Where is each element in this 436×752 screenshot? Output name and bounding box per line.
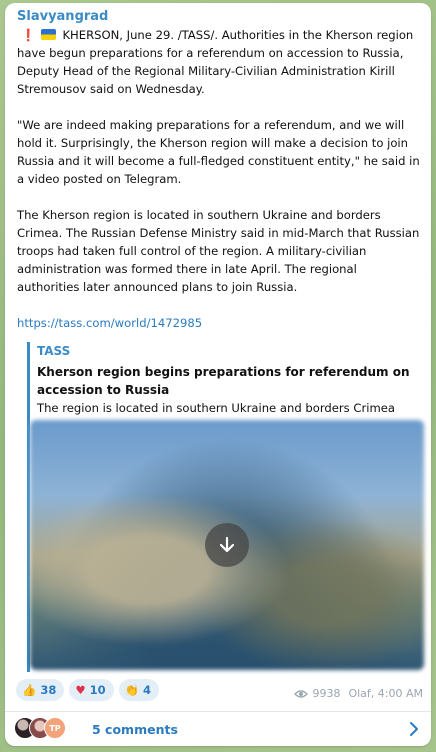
comments-row[interactable]: TP 5 comments [5,712,431,746]
avatar: TP [44,717,66,739]
chevron-right-icon[interactable] [409,721,419,737]
article-link[interactable]: https://tass.com/world/1472985 [17,316,202,330]
channel-name[interactable]: Slavyangrad [17,9,108,24]
reaction-count: 10 [89,683,106,697]
eye-icon [294,689,309,698]
view-count: 9938 [312,687,341,700]
reaction-thumbs-up[interactable]: 👍 38 [16,679,65,701]
preview-description: The region is located in southern Ukrain… [37,401,395,415]
comments-label[interactable]: 5 comments [92,722,178,737]
reaction-heart[interactable]: ♥ 10 [69,679,114,701]
message-bubble[interactable]: Slavyangrad ❗ KHERSON, June 29. /TASS/. A… [5,3,431,746]
exclamation-icon: ❗ [21,28,36,42]
author-time: Olaf, 4:00 AM [348,687,423,700]
message-meta: 9938 Olaf, 4:00 AM [294,687,423,700]
thumbs-up-icon: 👍 [22,683,37,697]
preview-title: Kherson region begins preparations for r… [37,365,410,397]
reaction-count: 4 [143,683,152,697]
lead-text: KHERSON, June 29. /TASS/. Authorities in… [17,28,414,96]
post-text: ❗ KHERSON, June 29. /TASS/. Authorities i… [17,26,421,350]
ukraine-flag-icon [41,29,57,40]
preview-site-name: TASS [37,344,71,358]
link-preview[interactable]: TASS Kherson region begins preparations … [27,342,425,672]
heart-icon: ♥ [75,683,86,697]
quote-paragraph: "We are indeed making preparations for a… [17,118,420,186]
reaction-count: 38 [40,683,57,697]
context-paragraph: The Kherson region is located in souther… [17,208,420,294]
commenter-avatars: TP [14,717,84,741]
download-button[interactable] [205,523,249,567]
reaction-clap[interactable]: 👏 4 [118,679,160,701]
download-arrow-icon [219,536,235,553]
reactions-bar: 👍 38 ♥ 10 👏 4 [16,679,160,701]
clap-icon: 👏 [124,683,139,697]
lead-paragraph: ❗ KHERSON, June 29. /TASS/. Authorities i… [17,26,421,98]
